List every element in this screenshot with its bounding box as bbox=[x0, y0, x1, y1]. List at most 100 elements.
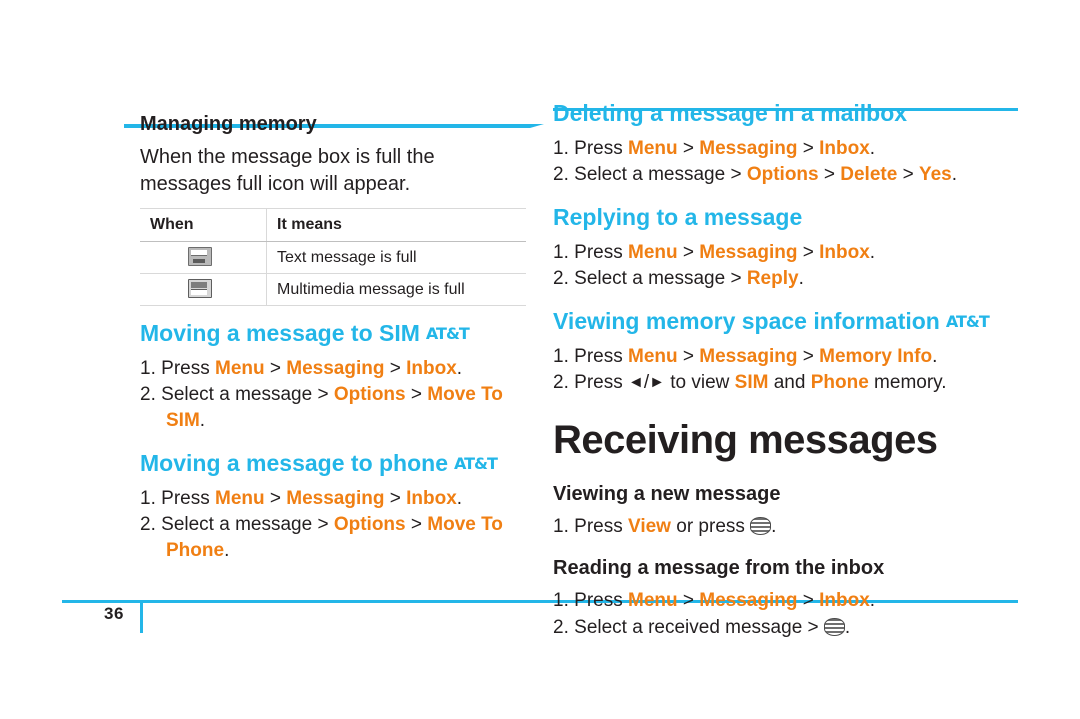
step-number: 2. bbox=[553, 616, 569, 638]
steps-deleting-message: 1. Press Menu > Messaging > Inbox. 2. Se… bbox=[553, 136, 1018, 188]
table-header-when: When bbox=[140, 208, 267, 242]
step-item: 1. Press Menu > Messaging > Inbox. bbox=[553, 137, 876, 159]
step-item: 2. Select a message > Reply. bbox=[553, 266, 1018, 292]
step-item: 2. Select a message > Options > Delete >… bbox=[553, 163, 957, 185]
keyword-messaging: Messaging bbox=[286, 357, 385, 379]
step-suffix: . bbox=[456, 357, 463, 379]
section-move-to-phone: Moving a message to phone AT&T 1. Press M… bbox=[140, 450, 530, 564]
keyword-messaging: Messaging bbox=[699, 137, 798, 159]
step-number: 2. bbox=[553, 371, 569, 393]
step-text: to view bbox=[664, 371, 735, 393]
section-move-to-sim: Moving a message to SIM AT&T 1. Press Men… bbox=[140, 320, 530, 434]
steps-reading-from-inbox: 1. Press Menu > Messaging > Inbox. 2. Se… bbox=[553, 588, 1018, 640]
page-title-receiving-messages: Receiving messages bbox=[553, 418, 938, 463]
step-number: 2. bbox=[553, 163, 569, 185]
keyword-options: Options bbox=[333, 514, 406, 536]
step-item: 2. Press ◄/► to view SIM and Phone memor… bbox=[553, 370, 1018, 396]
step-suffix: . bbox=[456, 487, 463, 509]
heading-move-to-phone: Moving a message to phone AT&T bbox=[140, 450, 530, 478]
steps-move-to-phone: 1. Press Menu > Messaging > Inbox. 2. Se… bbox=[140, 486, 530, 565]
keyword-messaging: Messaging bbox=[286, 487, 385, 509]
keyword-menu: Menu bbox=[215, 487, 265, 509]
step-item: 1. Press Menu > Messaging > Inbox. bbox=[553, 590, 876, 612]
step-number: 1. bbox=[140, 357, 156, 379]
section-managing-memory: Managing memory When the message box is … bbox=[140, 112, 530, 306]
section-deleting-message: Deleting a message in a mailbox 1. Press… bbox=[553, 100, 1018, 188]
heading-move-to-sim: Moving a message to SIM AT&T bbox=[140, 320, 530, 348]
step-item: 1. Press Menu > Messaging > Inbox. bbox=[140, 487, 463, 509]
step-text: Press bbox=[574, 241, 628, 263]
section-viewing-new-message: Viewing a new message 1. Press View or p… bbox=[553, 482, 1018, 540]
step-number: 1. bbox=[553, 137, 569, 159]
heading-memory-info-text: Viewing memory space information bbox=[553, 308, 940, 335]
keyword-menu: Menu bbox=[215, 357, 265, 379]
page-number: 36 bbox=[104, 604, 124, 623]
keyword-inbox: Inbox bbox=[406, 487, 457, 509]
step-text: Press bbox=[574, 137, 628, 159]
section-replying: Replying to a message 1. Press Menu > Me… bbox=[553, 204, 1018, 292]
keyword-phone: Phone bbox=[810, 371, 869, 393]
table-row: Text message is full bbox=[140, 241, 526, 274]
step-suffix: . bbox=[869, 137, 876, 159]
heading-reading-from-inbox: Reading a message from the inbox bbox=[553, 557, 885, 580]
section-memory-info: Viewing memory space information AT&T 1. … bbox=[553, 308, 1018, 396]
keyword-menu: Menu bbox=[628, 241, 678, 263]
keyword-inbox: Inbox bbox=[819, 241, 870, 263]
step-text: Press bbox=[574, 516, 628, 538]
step-suffix: . bbox=[869, 241, 876, 263]
att-logo-icon: AT&T bbox=[945, 312, 990, 332]
step-item: 1. Press View or press . bbox=[553, 514, 1018, 540]
step-number: 2. bbox=[140, 514, 156, 536]
step-text: memory. bbox=[868, 371, 947, 393]
step-suffix: . bbox=[844, 616, 851, 638]
keyword-sim: SIM bbox=[734, 371, 769, 393]
heading-replying: Replying to a message bbox=[553, 204, 803, 231]
table-cell-icon bbox=[140, 241, 267, 274]
step-suffix: . bbox=[869, 590, 876, 612]
step-number: 2. bbox=[140, 383, 156, 405]
step-number: 1. bbox=[553, 345, 569, 367]
step-item: 2. Select a message > Options > Move To … bbox=[140, 514, 503, 562]
table-row: Multimedia message is full bbox=[140, 273, 526, 306]
step-item: 2. Select a received message > . bbox=[553, 615, 1018, 641]
step-number: 1. bbox=[553, 241, 569, 263]
att-key-icon bbox=[823, 617, 845, 636]
step-suffix: . bbox=[224, 540, 230, 562]
step-text: Press bbox=[161, 357, 215, 379]
step-text: Select a message > bbox=[161, 383, 334, 405]
sms-full-icon bbox=[188, 247, 212, 266]
step-text: Select a received message > bbox=[574, 616, 824, 638]
steps-memory-info: 1. Press Menu > Messaging > Memory Info.… bbox=[553, 344, 1018, 396]
step-item: 2. Select a message > Options > Move To … bbox=[140, 383, 503, 432]
keyword-delete: Delete bbox=[840, 163, 898, 185]
step-number: 1. bbox=[140, 487, 156, 509]
step-suffix: . bbox=[932, 345, 938, 367]
steps-viewing-new-message: 1. Press View or press . bbox=[553, 514, 1018, 540]
keyword-inbox: Inbox bbox=[819, 137, 870, 159]
keyword-menu: Menu bbox=[628, 345, 678, 367]
step-suffix: . bbox=[199, 410, 206, 432]
heading-move-to-phone-text: Moving a message to phone bbox=[140, 450, 448, 477]
keyword-messaging: Messaging bbox=[699, 590, 798, 612]
heading-memory-info: Viewing memory space information AT&T bbox=[553, 308, 1018, 336]
step-text: Select a message > bbox=[161, 514, 334, 536]
step-text: Press bbox=[574, 345, 628, 367]
heading-viewing-new-message: Viewing a new message bbox=[553, 483, 781, 506]
keyword-memory-info: Memory Info bbox=[819, 345, 933, 367]
keyword-yes: Yes bbox=[918, 163, 952, 185]
table-header-row: When It means bbox=[140, 208, 526, 242]
keyword-messaging: Messaging bbox=[699, 241, 798, 263]
left-arrow-icon: ◄ bbox=[628, 373, 644, 391]
keyword-menu: Menu bbox=[628, 590, 678, 612]
steps-replying: 1. Press Menu > Messaging > Inbox. 2. Se… bbox=[553, 240, 1018, 292]
keyword-inbox: Inbox bbox=[819, 590, 870, 612]
att-logo-icon: AT&T bbox=[425, 324, 470, 343]
step-item: 1. Press Menu > Messaging > Inbox. bbox=[140, 357, 463, 379]
att-key-icon bbox=[750, 517, 772, 536]
step-suffix: . bbox=[951, 163, 957, 185]
step-text: Press bbox=[574, 590, 628, 612]
step-text: Press bbox=[574, 371, 628, 393]
step-number: 2. bbox=[553, 267, 569, 289]
right-column: Deleting a message in a mailbox 1. Press… bbox=[553, 100, 1018, 643]
keyword-options: Options bbox=[333, 383, 406, 405]
